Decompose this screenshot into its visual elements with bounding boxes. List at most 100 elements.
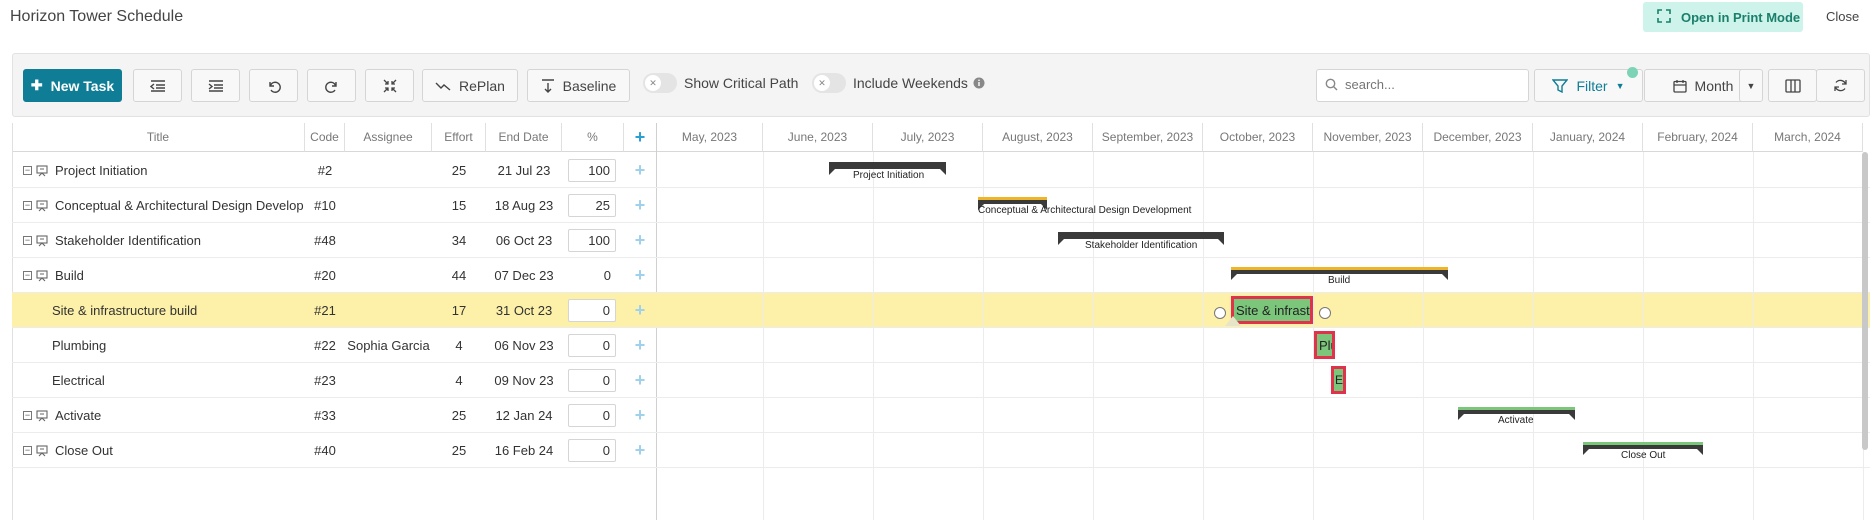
redo-button[interactable] (307, 69, 356, 102)
task-bar[interactable]: E (1331, 366, 1346, 394)
summary-bar[interactable] (1458, 407, 1575, 420)
table-row[interactable]: Electrical #23 4 09 Nov 23 0 + (12, 363, 1870, 398)
task-bar[interactable]: Plu (1314, 331, 1335, 359)
columns-button[interactable] (1768, 69, 1817, 102)
table-row[interactable]: − Stakeholder Identification #48 34 06 Oct 2… (12, 223, 1870, 258)
summary-bar[interactable] (978, 197, 1047, 210)
task-assignee[interactable] (345, 433, 432, 468)
search-field[interactable] (1316, 69, 1529, 102)
add-subtask-button[interactable]: + (630, 328, 650, 363)
add-subtask-button[interactable]: + (630, 433, 650, 468)
vertical-scrollbar[interactable] (1862, 152, 1868, 450)
chevron-down-icon: ▼ (1746, 80, 1756, 91)
close-button[interactable]: Close (1826, 9, 1859, 24)
new-task-button[interactable]: ✚ New Task (23, 69, 122, 102)
table-row[interactable]: − Build #20 44 07 Dec 23 0 + (12, 258, 1870, 293)
task-assignee[interactable] (345, 188, 432, 223)
add-subtask-button[interactable]: + (630, 188, 650, 223)
task-title[interactable]: Stakeholder Identification (55, 223, 317, 258)
outdent-button[interactable] (133, 69, 182, 102)
refresh-button[interactable] (1816, 69, 1865, 102)
summary-bar[interactable] (1583, 442, 1703, 455)
add-subtask-button[interactable]: + (630, 398, 650, 433)
task-end-date[interactable]: 21 Jul 23 (486, 153, 562, 188)
task-effort[interactable]: 25 (432, 398, 486, 433)
table-row[interactable]: − Activate #33 25 12 Jan 24 0 + (12, 398, 1870, 433)
add-subtask-button[interactable]: + (630, 363, 650, 398)
progress-drag-handle[interactable] (1225, 316, 1241, 326)
search-input[interactable] (1345, 77, 1520, 92)
indent-button[interactable] (191, 69, 240, 102)
task-effort[interactable]: 25 (432, 153, 486, 188)
task-effort[interactable]: 44 (432, 258, 486, 293)
add-subtask-button[interactable]: + (630, 153, 650, 188)
replan-button[interactable]: RePlan (422, 69, 518, 102)
weekends-toggle[interactable]: ✕ (812, 73, 846, 93)
critical-path-toggle[interactable]: ✕ (643, 73, 677, 93)
table-row[interactable]: − Conceptual & Architectural Design Devel… (12, 188, 1870, 223)
task-effort[interactable]: 17 (432, 293, 486, 328)
add-subtask-button[interactable]: + (630, 223, 650, 258)
task-title[interactable]: Plumbing (52, 328, 317, 363)
percent-input[interactable]: 0 (568, 334, 616, 357)
percent-input[interactable]: 100 (568, 229, 616, 252)
collapse-all-button[interactable] (365, 69, 414, 102)
open-print-mode-button[interactable]: Open in Print Mode (1643, 2, 1803, 32)
task-assignee[interactable] (345, 293, 432, 328)
percent-input[interactable]: 0 (568, 439, 616, 462)
baseline-button[interactable]: Baseline (527, 69, 630, 102)
task-effort[interactable]: 25 (432, 433, 486, 468)
task-end-date[interactable]: 12 Jan 24 (486, 398, 562, 433)
task-assignee[interactable] (345, 363, 432, 398)
summary-bar[interactable] (1231, 267, 1448, 280)
percent-input[interactable]: 25 (568, 194, 616, 217)
summary-bar-label: Conceptual & Architectural Design Develo… (978, 205, 1192, 216)
summary-bar[interactable] (829, 162, 946, 175)
tree-toggle[interactable]: − (23, 153, 32, 188)
task-end-date[interactable]: 31 Oct 23 (486, 293, 562, 328)
task-assignee[interactable] (345, 153, 432, 188)
task-assignee[interactable] (345, 398, 432, 433)
task-effort[interactable]: 15 (432, 188, 486, 223)
task-end-date[interactable]: 16 Feb 24 (486, 433, 562, 468)
task-title[interactable]: Conceptual & Architectural Design Develo… (55, 188, 317, 223)
add-subtask-button[interactable]: + (630, 293, 650, 328)
task-end-date[interactable]: 18 Aug 23 (486, 188, 562, 223)
task-end-date[interactable]: 06 Nov 23 (486, 328, 562, 363)
percent-input[interactable]: 0 (568, 369, 616, 392)
task-assignee[interactable] (345, 223, 432, 258)
add-subtask-button[interactable]: + (630, 258, 650, 293)
task-title[interactable]: Close Out (55, 433, 317, 468)
tree-toggle[interactable]: − (23, 223, 32, 258)
task-title[interactable]: Activate (55, 398, 317, 433)
task-title[interactable]: Electrical (52, 363, 317, 398)
table-row[interactable]: Site & infrastructure build #21 17 31 Oct 2… (12, 293, 1870, 328)
tree-toggle[interactable]: − (23, 188, 32, 223)
summary-bar[interactable] (1058, 232, 1224, 245)
tree-toggle[interactable]: − (23, 398, 32, 433)
dependency-handle[interactable] (1319, 307, 1331, 319)
task-end-date[interactable]: 09 Nov 23 (486, 363, 562, 398)
view-dropdown-button[interactable]: ▼ (1739, 69, 1763, 102)
table-row[interactable]: Plumbing #22 Sophia Garcia 4 06 Nov 23 0 + (12, 328, 1870, 363)
percent-input[interactable]: 0 (568, 299, 616, 322)
task-effort[interactable]: 4 (432, 363, 486, 398)
task-assignee[interactable] (345, 258, 432, 293)
percent-input[interactable]: 0 (568, 404, 616, 427)
percent-input[interactable]: 100 (568, 159, 616, 182)
task-title[interactable]: Project Initiation (55, 153, 317, 188)
task-effort[interactable]: 34 (432, 223, 486, 258)
tree-toggle[interactable]: − (23, 258, 32, 293)
task-title[interactable]: Site & infrastructure build (52, 293, 317, 328)
task-assignee[interactable]: Sophia Garcia (345, 328, 432, 363)
task-bar[interactable]: Site & infrastru (1231, 296, 1313, 324)
table-row[interactable]: − Close Out #40 25 16 Feb 24 0 + (12, 433, 1870, 468)
task-title[interactable]: Build (55, 258, 317, 293)
info-icon[interactable] (973, 76, 985, 94)
task-code: #22 (314, 338, 336, 353)
undo-button[interactable] (249, 69, 298, 102)
task-end-date[interactable]: 06 Oct 23 (486, 223, 562, 258)
tree-toggle[interactable]: − (23, 433, 32, 468)
task-end-date[interactable]: 07 Dec 23 (486, 258, 562, 293)
task-effort[interactable]: 4 (432, 328, 486, 363)
